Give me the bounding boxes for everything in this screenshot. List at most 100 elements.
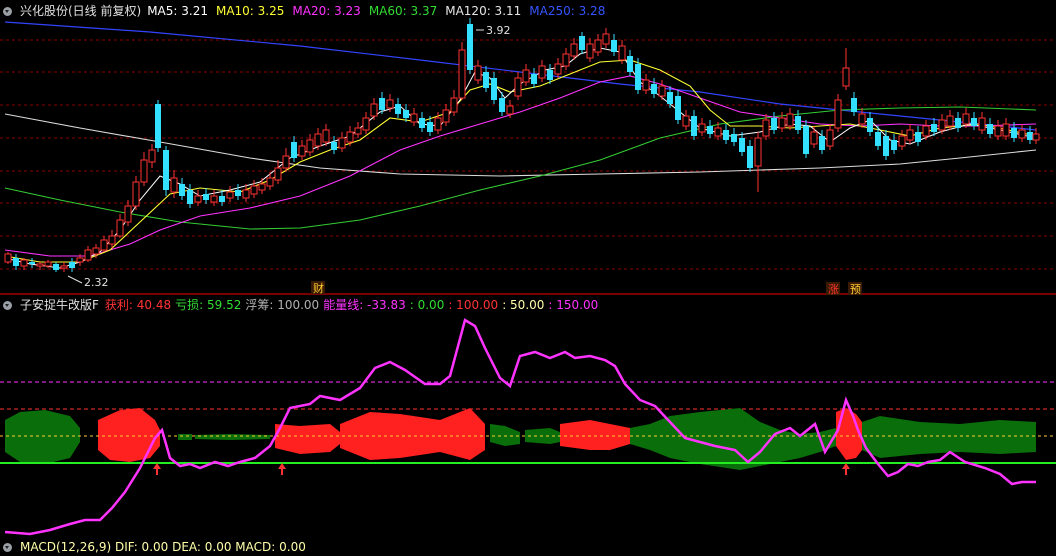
candle-body — [450, 97, 458, 113]
candle-body — [834, 99, 842, 129]
candle-body — [291, 142, 297, 158]
event-tag-cai[interactable]: 财 — [311, 281, 325, 295]
candle-body — [594, 39, 602, 53]
candle-body — [658, 85, 666, 97]
candle-body — [858, 113, 866, 125]
candle-body — [842, 67, 850, 87]
candlestick-chart[interactable]: 3.92 2.32 财 涨 预 — [0, 0, 1056, 295]
candle-body — [531, 74, 537, 84]
candle-body — [667, 92, 673, 104]
candle-body — [69, 262, 75, 268]
candle-body — [362, 117, 370, 131]
candles — [4, 18, 1040, 272]
candle-body — [579, 36, 585, 50]
candle-body — [826, 129, 834, 147]
candle-body — [76, 257, 84, 263]
candle-body — [698, 123, 706, 133]
candle-body — [955, 118, 961, 128]
candle-body — [226, 191, 234, 199]
candle-body — [53, 264, 59, 270]
candle-body — [100, 239, 108, 251]
candle-body — [962, 113, 970, 125]
candle-body — [898, 135, 906, 147]
candle-body — [1018, 129, 1026, 139]
candle-body — [179, 184, 185, 196]
candle-body — [483, 72, 489, 88]
candle-body — [675, 96, 681, 120]
indicator-chart[interactable] — [0, 312, 1056, 542]
candle-body — [891, 140, 897, 150]
candle-body — [570, 43, 578, 57]
candle-body — [819, 136, 825, 150]
candle-body — [547, 70, 553, 80]
candle-body — [506, 105, 514, 115]
candle-body — [427, 122, 433, 132]
candle-body — [140, 159, 148, 183]
high-price-label: 3.92 — [486, 24, 511, 37]
candle-body — [36, 263, 44, 267]
svg-text:预: 预 — [850, 283, 861, 295]
event-tag-yu[interactable]: 预 — [848, 282, 862, 295]
candle-body — [331, 142, 337, 150]
candle-body — [867, 118, 873, 132]
candle-body — [499, 98, 505, 112]
candle-body — [754, 137, 762, 167]
candle-body — [651, 84, 657, 94]
candle-body — [1032, 133, 1040, 141]
candle-body — [474, 65, 482, 81]
low-price-label: 2.32 — [84, 276, 109, 289]
candle-body — [618, 45, 626, 61]
candle-body — [915, 132, 921, 142]
candle-body — [163, 150, 169, 190]
indicator-menu-icon[interactable] — [3, 300, 12, 310]
candle-body — [346, 131, 354, 143]
candle-body — [467, 24, 473, 70]
svg-text:财: 财 — [313, 281, 324, 295]
candle-body — [155, 104, 161, 148]
ma20-line — [4, 75, 1037, 257]
candle-body — [635, 64, 641, 90]
candle-body — [44, 261, 52, 267]
candle-body — [514, 77, 522, 97]
candle-body — [108, 235, 116, 245]
candle-body — [642, 79, 650, 91]
candle-body — [4, 253, 12, 263]
candle-body — [250, 185, 258, 195]
candle-body — [194, 195, 202, 203]
candle-body — [938, 119, 946, 131]
candle-body — [395, 104, 401, 114]
candle-body — [442, 109, 450, 123]
candle-body — [875, 132, 881, 146]
low-price-pointer — [67, 275, 83, 284]
candle-body — [60, 265, 68, 269]
candle-body — [354, 127, 362, 135]
candle-body — [931, 124, 937, 132]
buy-arrow-2 — [278, 463, 286, 475]
candle-body — [29, 262, 35, 264]
candle-body — [747, 146, 753, 168]
macd-menu-icon[interactable] — [3, 542, 12, 552]
candle-body — [803, 126, 809, 154]
candle-body — [771, 118, 777, 130]
candle-body — [274, 167, 282, 181]
candle-body — [370, 103, 378, 117]
candle-body — [84, 249, 92, 261]
event-tag-zhang[interactable]: 涨 — [826, 282, 840, 295]
candle-body — [883, 136, 889, 156]
candle-body — [707, 126, 713, 134]
candle-body — [258, 183, 266, 191]
candle-body — [235, 190, 241, 196]
candle-body — [978, 117, 986, 131]
candle-body — [906, 129, 914, 141]
candle-body — [538, 65, 546, 79]
candle-body — [338, 137, 346, 149]
buy-arrow-1 — [153, 463, 161, 475]
candle-body — [786, 113, 794, 127]
candle-body — [419, 118, 425, 128]
candle-body — [723, 130, 729, 140]
candle-body — [602, 33, 610, 45]
candle-body — [170, 177, 178, 193]
candle-body — [410, 113, 418, 123]
candle-body — [554, 63, 562, 75]
candle-body — [987, 124, 993, 134]
